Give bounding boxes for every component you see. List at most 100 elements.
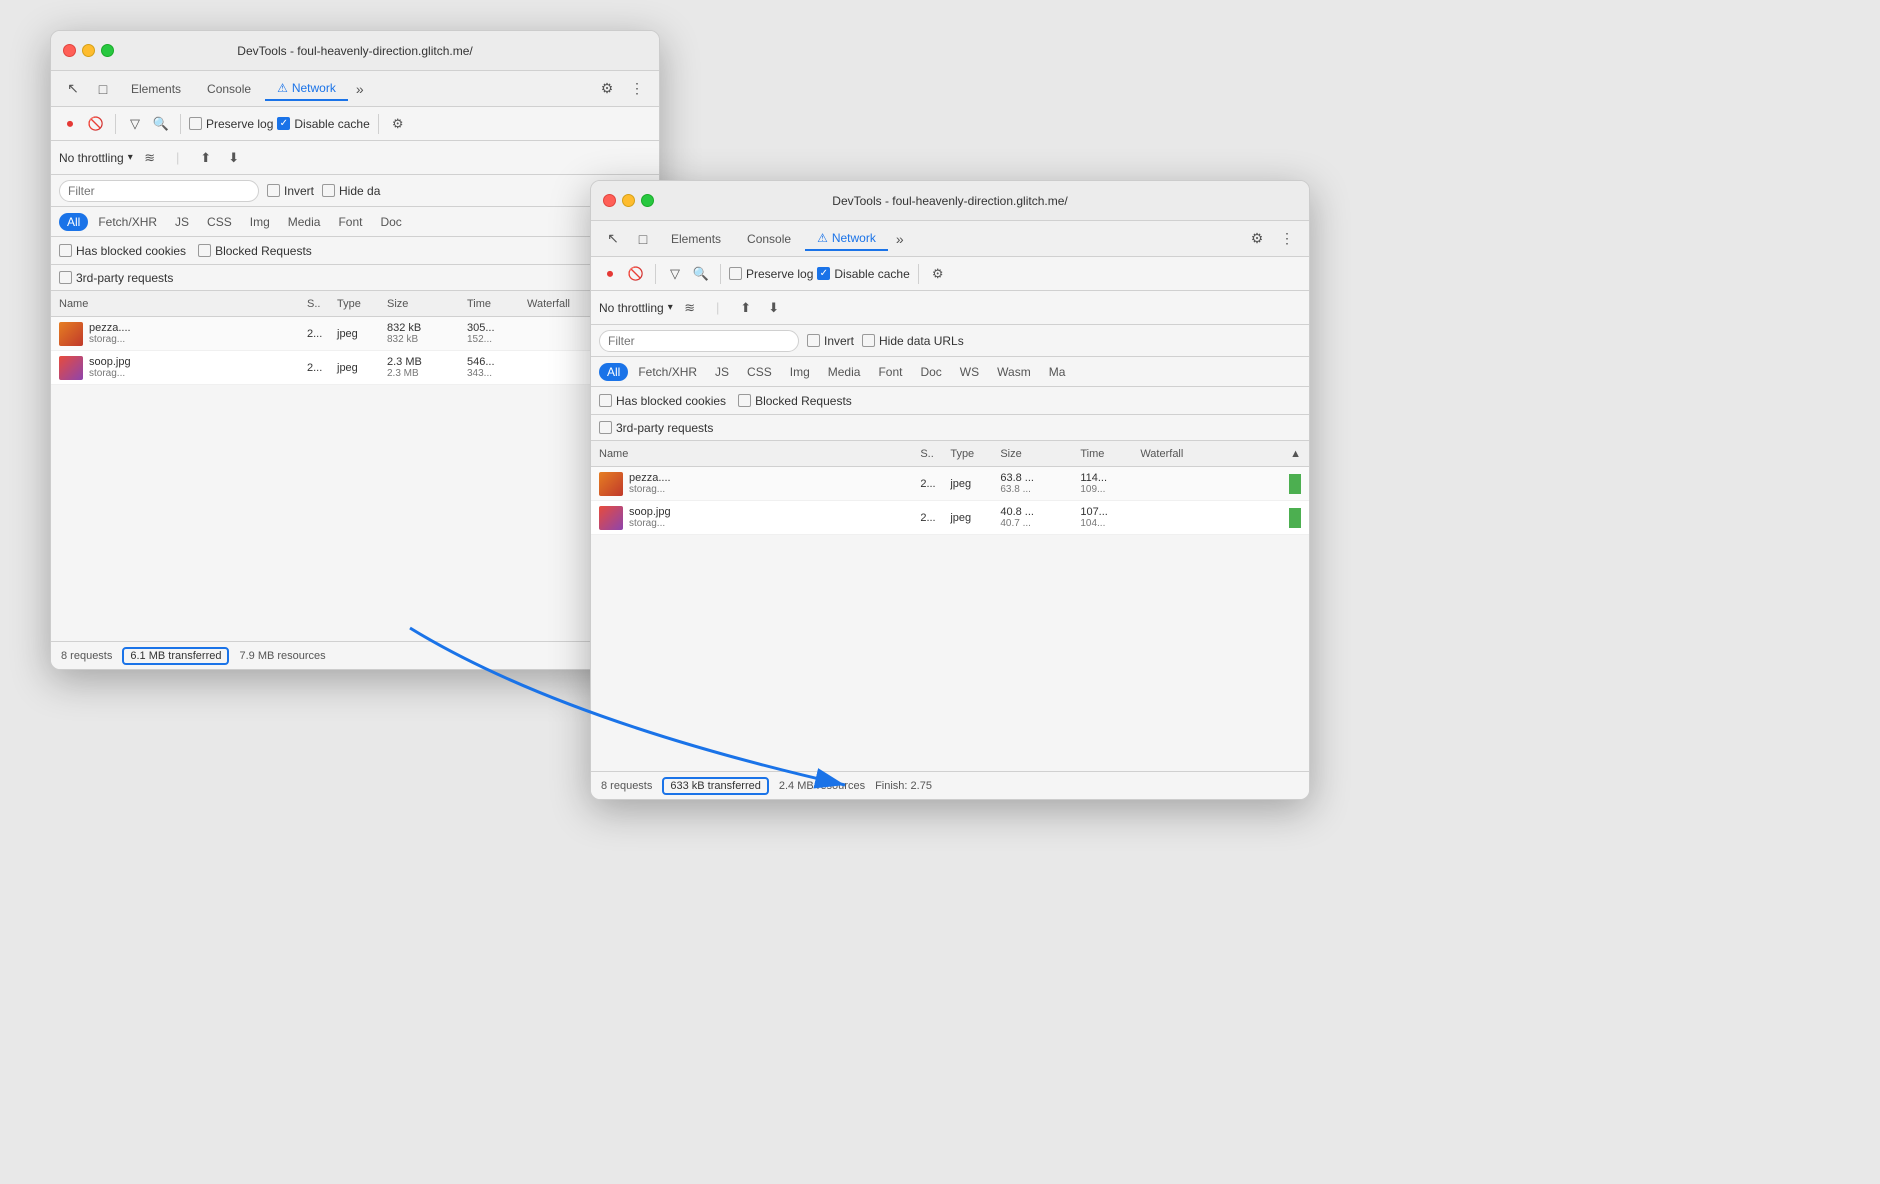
has-blocked-back[interactable]: Has blocked cookies — [59, 244, 186, 258]
minimize-button-front[interactable] — [622, 194, 635, 207]
type-wasm-front[interactable]: Wasm — [989, 363, 1039, 381]
tab-console-front[interactable]: Console — [735, 228, 803, 250]
upload-icon-front[interactable]: ⬆ — [735, 297, 757, 319]
type-xhr-back[interactable]: Fetch/XHR — [90, 213, 165, 231]
tab-more-back[interactable]: » — [350, 77, 370, 101]
type-js-back[interactable]: JS — [167, 213, 197, 231]
col-header-name-front[interactable]: Name — [599, 448, 920, 460]
table-row[interactable]: pezza.... storag... 2... jpeg 63.8 ... 6… — [591, 467, 1309, 501]
filter-icon-back[interactable]: ▽ — [124, 113, 146, 135]
type-xhr-front[interactable]: Fetch/XHR — [630, 363, 705, 381]
col-header-s-back[interactable]: S.. — [307, 298, 337, 310]
type-css-back[interactable]: CSS — [199, 213, 240, 231]
preserve-log-checkbox-front[interactable] — [729, 267, 742, 280]
maximize-button-back[interactable] — [101, 44, 114, 57]
hide-data-option-front[interactable]: Hide data URLs — [862, 334, 964, 348]
col-header-waterfall-front[interactable]: Waterfall ▲ — [1140, 448, 1301, 460]
col-header-s-front[interactable]: S.. — [920, 448, 950, 460]
tab-elements-front[interactable]: Elements — [659, 228, 733, 250]
upload-icon-back[interactable]: ⬆ — [195, 147, 217, 169]
type-media-back[interactable]: Media — [280, 213, 329, 231]
close-button-front[interactable] — [603, 194, 616, 207]
filter-icon-front[interactable]: ▽ — [664, 263, 686, 285]
has-blocked-front[interactable]: Has blocked cookies — [599, 394, 726, 408]
minimize-button-back[interactable] — [82, 44, 95, 57]
has-blocked-checkbox-front[interactable] — [599, 394, 612, 407]
type-js-front[interactable]: JS — [707, 363, 737, 381]
gear-icon-back[interactable]: ⚙ — [593, 75, 621, 103]
col-header-time-front[interactable]: Time — [1080, 448, 1140, 460]
type-doc-front[interactable]: Doc — [912, 363, 949, 381]
download-icon-front[interactable]: ⬇ — [763, 297, 785, 319]
throttle-select-back[interactable]: No throttling ▾ — [59, 151, 133, 165]
download-icon-back[interactable]: ⬇ — [223, 147, 245, 169]
third-party-checkbox-back[interactable] — [59, 271, 72, 284]
type-font-back[interactable]: Font — [330, 213, 370, 231]
close-button-back[interactable] — [63, 44, 76, 57]
disable-cache-back[interactable]: ✓ Disable cache — [277, 117, 369, 131]
type-all-back[interactable]: All — [59, 213, 88, 231]
more-icon-back[interactable]: ⋮ — [623, 75, 651, 103]
has-blocked-checkbox-back[interactable] — [59, 244, 72, 257]
gear-icon-front[interactable]: ⚙ — [1243, 225, 1271, 253]
stop-button-back[interactable]: 🚫 — [85, 113, 107, 135]
col-header-name-back[interactable]: Name — [59, 298, 307, 310]
preserve-log-front[interactable]: Preserve log — [729, 267, 813, 281]
throttle-select-front[interactable]: No throttling ▾ — [599, 301, 673, 315]
table-row[interactable]: soop.jpg storag... 2... jpeg 2.3 MB 2.3 … — [51, 351, 659, 385]
invert-checkbox-back[interactable] — [267, 184, 280, 197]
gear-settings-front[interactable]: ⚙ — [927, 263, 949, 285]
sort-asc-icon-front[interactable]: ▲ — [1290, 448, 1301, 460]
filter-input-back[interactable] — [59, 180, 259, 202]
disable-cache-checkbox-back[interactable]: ✓ — [277, 117, 290, 130]
blocked-requests-checkbox-front[interactable] — [738, 394, 751, 407]
type-css-front[interactable]: CSS — [739, 363, 780, 381]
type-all-front[interactable]: All — [599, 363, 628, 381]
disable-cache-front[interactable]: ✓ Disable cache — [817, 267, 909, 281]
filter-input-front[interactable] — [599, 330, 799, 352]
invert-option-back[interactable]: Invert — [267, 184, 314, 198]
blocked-requests-back[interactable]: Blocked Requests — [198, 244, 312, 258]
gear-settings-back[interactable]: ⚙ — [387, 113, 409, 135]
col-header-time-back[interactable]: Time — [467, 298, 527, 310]
hide-data-option-back[interactable]: Hide da — [322, 184, 380, 198]
inspect-icon-back[interactable]: □ — [89, 75, 117, 103]
tab-more-front[interactable]: » — [890, 227, 910, 251]
tab-network-front[interactable]: ⚠ Network — [805, 227, 888, 251]
type-ws-front[interactable]: WS — [952, 363, 987, 381]
third-party-front[interactable]: 3rd-party requests — [599, 421, 713, 435]
invert-checkbox-front[interactable] — [807, 334, 820, 347]
blocked-requests-checkbox-back[interactable] — [198, 244, 211, 257]
wifi-icon-back[interactable]: ≋ — [139, 147, 161, 169]
third-party-back[interactable]: 3rd-party requests — [59, 271, 173, 285]
disable-cache-checkbox-front[interactable]: ✓ — [817, 267, 830, 280]
maximize-button-front[interactable] — [641, 194, 654, 207]
search-icon-back[interactable]: 🔍 — [150, 113, 172, 135]
type-img-front[interactable]: Img — [782, 363, 818, 381]
wifi-icon-front[interactable]: ≋ — [679, 297, 701, 319]
cursor-icon-front[interactable]: ↖ — [599, 225, 627, 253]
col-header-size-back[interactable]: Size — [387, 298, 467, 310]
tab-network-back[interactable]: ⚠ Network — [265, 77, 348, 101]
table-row[interactable]: soop.jpg storag... 2... jpeg 40.8 ... 40… — [591, 501, 1309, 535]
invert-option-front[interactable]: Invert — [807, 334, 854, 348]
type-ma-front[interactable]: Ma — [1041, 363, 1074, 381]
type-media-front[interactable]: Media — [820, 363, 869, 381]
blocked-requests-front[interactable]: Blocked Requests — [738, 394, 852, 408]
preserve-log-checkbox-back[interactable] — [189, 117, 202, 130]
col-header-type-front[interactable]: Type — [950, 448, 1000, 460]
col-header-type-back[interactable]: Type — [337, 298, 387, 310]
preserve-log-back[interactable]: Preserve log — [189, 117, 273, 131]
tab-console-back[interactable]: Console — [195, 78, 263, 100]
table-row[interactable]: pezza.... storag... 2... jpeg 832 kB 832… — [51, 317, 659, 351]
third-party-checkbox-front[interactable] — [599, 421, 612, 434]
more-icon-front[interactable]: ⋮ — [1273, 225, 1301, 253]
tab-elements-back[interactable]: Elements — [119, 78, 193, 100]
stop-button-front[interactable]: 🚫 — [625, 263, 647, 285]
hide-data-checkbox-back[interactable] — [322, 184, 335, 197]
col-header-size-front[interactable]: Size — [1000, 448, 1080, 460]
cursor-icon-back[interactable]: ↖ — [59, 75, 87, 103]
type-img-back[interactable]: Img — [242, 213, 278, 231]
search-icon-front[interactable]: 🔍 — [690, 263, 712, 285]
inspect-icon-front[interactable]: □ — [629, 225, 657, 253]
